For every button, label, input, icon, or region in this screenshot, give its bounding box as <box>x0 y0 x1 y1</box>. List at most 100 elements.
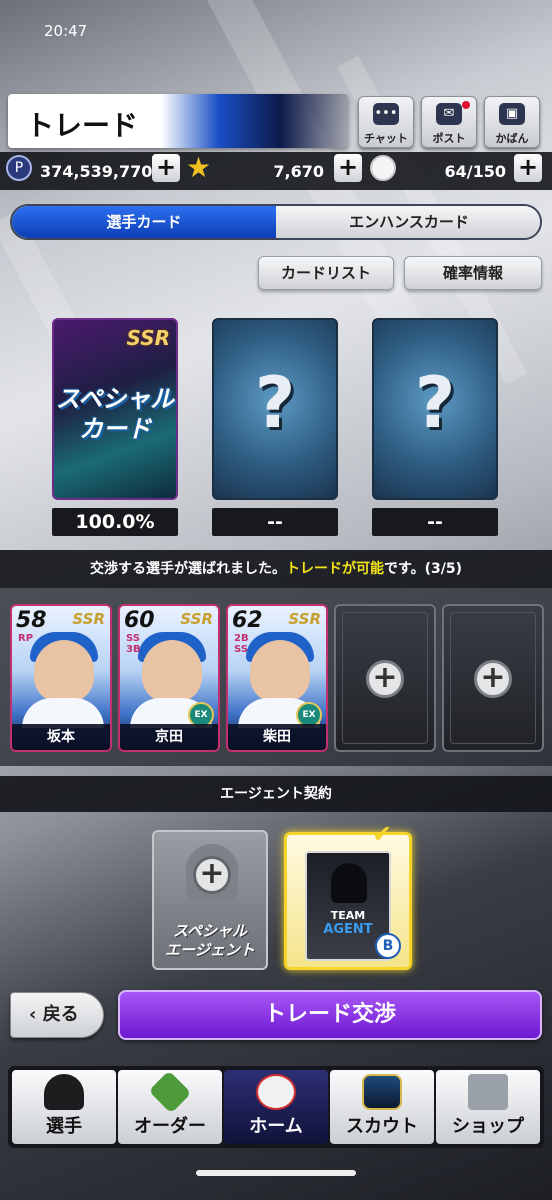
agent-figure <box>331 863 367 903</box>
stars-value: 7,670 <box>273 162 324 181</box>
bottom-nav: 選手 オーダー ホーム スカウト ショップ <box>8 1066 544 1148</box>
notification-dot <box>462 101 470 109</box>
player-position: 2B SS <box>234 633 249 655</box>
plus-icon: + <box>366 660 404 698</box>
player-rarity: SSR <box>288 610 321 628</box>
player-portrait <box>250 640 310 702</box>
nav-order-label: オーダー <box>134 1116 206 1137</box>
reward-probability: 100.0% <box>52 508 178 536</box>
balls-display: 64/150 <box>400 156 506 186</box>
player-rarity: SSR <box>180 610 213 628</box>
home-indicator <box>196 1170 356 1176</box>
special-agent-label-line2: エージェント <box>165 941 255 959</box>
player-rarity: SSR <box>72 610 105 628</box>
player-name: 京田 <box>120 724 218 750</box>
player-portrait <box>34 640 94 702</box>
special-card-label-line2: カード <box>79 415 151 443</box>
reward-probability: -- <box>212 508 338 536</box>
balls-plus-button[interactable]: + <box>514 154 542 182</box>
special-card-label: スペシャル カード <box>54 384 176 444</box>
nav-shop[interactable]: ショップ <box>436 1070 540 1144</box>
tab-player-card[interactable]: 選手カード <box>12 206 276 238</box>
balls-value: 64/150 <box>444 162 506 181</box>
probability-button[interactable]: 確率情報 <box>404 256 542 290</box>
special-agent-slot[interactable]: + スペシャル エージェント <box>152 830 268 970</box>
star-icon: ★ <box>186 151 212 184</box>
reward-card-unknown[interactable]: ? <box>212 318 338 500</box>
nav-home[interactable]: ホーム <box>224 1070 328 1144</box>
player-overall: 58 <box>16 608 47 633</box>
baseball-icon <box>256 1074 296 1110</box>
stars-display: 7,670 <box>220 156 324 186</box>
baseball-icon <box>370 155 396 181</box>
nav-scout-label: スカウト <box>346 1116 418 1137</box>
cards-icon <box>362 1074 402 1110</box>
team-logo-icon: B <box>375 933 401 959</box>
chat-icon: ••• <box>373 103 399 125</box>
header-title-bar: トレード <box>8 94 348 148</box>
cart-icon <box>468 1074 508 1110</box>
points-plus-button[interactable]: + <box>152 154 180 182</box>
checkmark-icon: ✔ <box>372 820 393 848</box>
special-agent-label: スペシャル エージェント <box>154 922 266 960</box>
player-overall: 62 <box>232 608 263 633</box>
stars-plus-button[interactable]: + <box>334 154 362 182</box>
bag-button[interactable]: ▣ かばん <box>484 96 540 148</box>
player-position: RP <box>18 633 34 644</box>
points-display: 374,539,770 <box>0 156 152 186</box>
empty-player-slot[interactable]: + <box>334 604 436 752</box>
status-prefix: 交渉する選手が選ばれました。 <box>90 561 286 577</box>
nav-order[interactable]: オーダー <box>118 1070 222 1144</box>
nav-players-label: 選手 <box>46 1116 82 1137</box>
card-list-button[interactable]: カードリスト <box>258 256 394 290</box>
nav-scout[interactable]: スカウト <box>330 1070 434 1144</box>
status-highlight: トレードが可能 <box>286 561 384 577</box>
player-card[interactable]: 60 SS 3B SSR EX 京田 <box>118 604 220 752</box>
player-portrait <box>142 640 202 702</box>
question-mark-icon: ? <box>414 362 456 444</box>
tab-enhance-card[interactable]: エンハンスカード <box>276 206 540 238</box>
player-card[interactable]: 62 2B SS SSR EX 柴田 <box>226 604 328 752</box>
player-position: SS 3B <box>126 633 141 655</box>
team-agent-card[interactable]: TEAM AGENT B <box>284 832 412 970</box>
empty-player-slot[interactable]: + <box>442 604 544 752</box>
status-bar: 20:47 <box>0 0 552 52</box>
reward-probability: -- <box>372 508 498 536</box>
post-button[interactable]: ✉ ポスト <box>421 96 477 148</box>
special-agent-label-line1: スペシャル <box>173 922 247 940</box>
trade-status-message: 交渉する選手が選ばれました。トレードが可能です。(3/5) <box>0 550 552 588</box>
player-card[interactable]: 58 RP SSR 坂本 <box>10 604 112 752</box>
back-button-label: 戻る <box>42 1004 79 1025</box>
cap-icon <box>44 1074 84 1110</box>
currency-bar: P 374,539,770 + ★ 7,670 + 64/150 + <box>0 152 552 190</box>
post-button-label: ポスト <box>432 132 466 145</box>
mail-icon: ✉ <box>436 103 462 125</box>
team-agent-line1: TEAM <box>330 909 366 922</box>
trade-negotiate-button[interactable]: トレード交渉 <box>118 990 542 1040</box>
chat-button-label: チャット <box>364 132 408 145</box>
player-overall: 60 <box>124 608 155 633</box>
card-type-tabs: 選手カード エンハンスカード <box>10 204 542 240</box>
plus-icon: + <box>474 660 512 698</box>
question-mark-icon: ? <box>254 362 296 444</box>
chat-button[interactable]: ••• チャット <box>358 96 414 148</box>
page-title: トレード <box>26 109 139 142</box>
special-card-label-line1: スペシャル <box>55 385 175 413</box>
reward-card-unknown[interactable]: ? <box>372 318 498 500</box>
plus-icon: + <box>193 856 231 894</box>
player-name: 坂本 <box>12 724 110 750</box>
back-button[interactable]: ‹ 戻る <box>10 992 104 1038</box>
team-agent-line2: AGENT <box>323 922 373 937</box>
ssr-badge: SSR <box>126 326 171 350</box>
bag-icon: ▣ <box>499 103 525 125</box>
nav-home-label: ホーム <box>249 1116 303 1137</box>
field-icon <box>148 1070 192 1114</box>
reward-card-special[interactable]: SSR スペシャル カード <box>52 318 178 500</box>
bag-button-label: かばん <box>495 132 529 145</box>
status-suffix: です。(3/5) <box>384 561 462 577</box>
agent-section-title: エージェント契約 <box>0 776 552 812</box>
nav-players[interactable]: 選手 <box>12 1070 116 1144</box>
chevron-left-icon: ‹ <box>29 1004 43 1025</box>
status-time: 20:47 <box>44 22 88 40</box>
player-name: 柴田 <box>228 724 326 750</box>
